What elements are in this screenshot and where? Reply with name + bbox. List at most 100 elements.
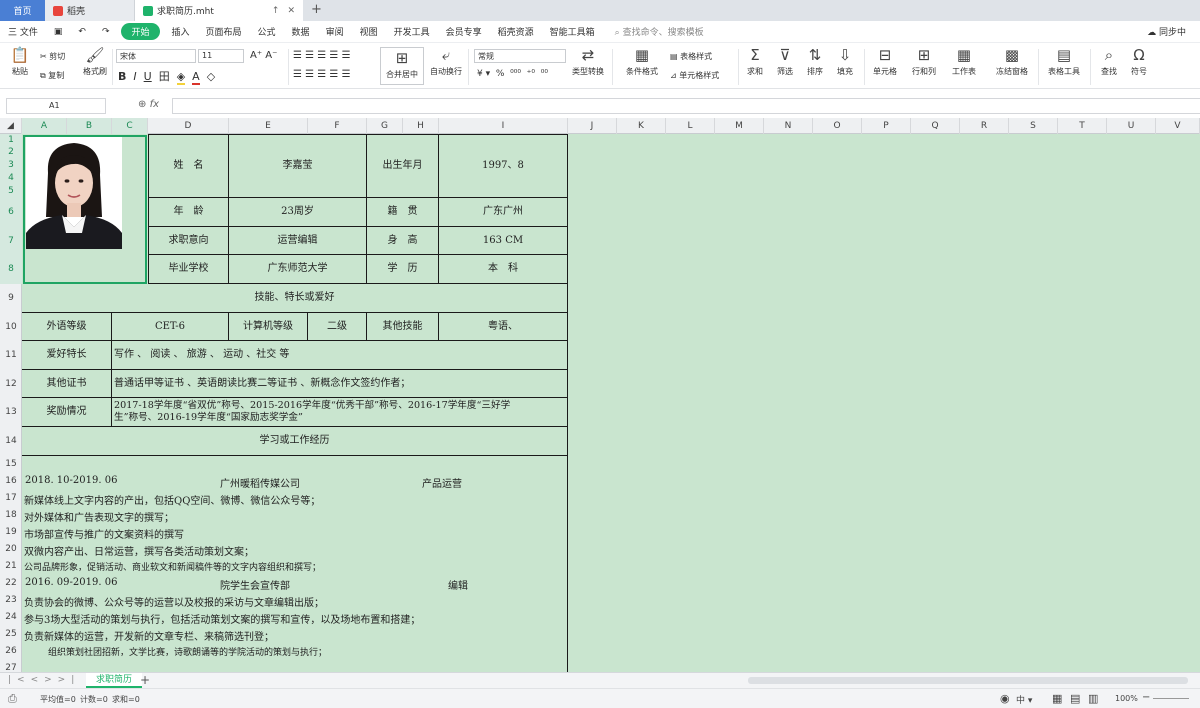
native-label-cell[interactable]: 籍 贯 [367, 198, 439, 227]
freeze-panes-button[interactable]: ▩ 冻结窗格 [990, 47, 1034, 77]
row-header[interactable]: 3 [0, 159, 22, 172]
skills-section-title[interactable]: 技能、特长或爱好 [22, 284, 568, 313]
row-header[interactable]: 17 [0, 490, 22, 507]
redo-icon[interactable]: ↷ [94, 27, 118, 37]
other-skill-label-cell[interactable]: 其他技能 [367, 313, 439, 341]
row-header[interactable]: 11 [0, 341, 22, 370]
column-header[interactable]: R [960, 118, 1009, 134]
column-header[interactable]: U [1107, 118, 1156, 134]
wrap-text-button[interactable]: ⤶ 自动换行 [428, 47, 464, 77]
row-header[interactable]: 8 [0, 255, 22, 284]
column-header[interactable]: P [862, 118, 911, 134]
school-value-cell[interactable]: 广东师范大学 [229, 255, 367, 284]
height-value-cell[interactable]: 163 CM [439, 227, 568, 255]
zoom-out-button[interactable]: − [1142, 692, 1150, 703]
align-bottom-row[interactable]: ☰ ☰ ☰ ☰ ☰ [293, 69, 351, 80]
zoom-level[interactable]: 100% [1115, 694, 1138, 703]
tab-document[interactable]: 求职简历.mht ↑ ✕ [135, 0, 303, 21]
copy-button[interactable]: ⧉ 复制 [40, 70, 64, 81]
save-icon[interactable]: ▣ [46, 27, 71, 37]
undo-icon[interactable]: ↶ [70, 27, 94, 37]
row-header[interactable]: 23 [0, 592, 22, 609]
experience-section-title[interactable]: 学习或工作经历 [22, 427, 568, 456]
page-break-view-icon[interactable]: ▥ [1088, 692, 1098, 705]
number-format-buttons[interactable]: ¥ ▾ % ⁰⁰⁰ ⁺⁰ ⁰⁰ [477, 69, 548, 79]
menu-item-daoke-resources[interactable]: 稻壳资源 [490, 25, 542, 38]
page-layout-view-icon[interactable]: ▤ [1070, 692, 1080, 705]
menu-item-start[interactable]: 开始 [121, 23, 160, 40]
column-header[interactable]: N [764, 118, 813, 134]
column-header[interactable]: F [308, 118, 367, 134]
type-convert-button[interactable]: ⇄ 类型转换 [568, 47, 608, 77]
row-header[interactable]: 22 [0, 575, 22, 592]
row-header[interactable]: 9 [0, 284, 22, 313]
column-header[interactable]: K [617, 118, 666, 134]
name-value-cell[interactable]: 李嘉莹 [229, 134, 367, 198]
row-header[interactable]: 12 [0, 370, 22, 398]
pin-icon[interactable]: ↑ [272, 6, 280, 16]
fx-button[interactable]: ⊕ fx [138, 99, 159, 110]
zoom-slider[interactable] [1153, 698, 1189, 699]
menu-item-page-layout[interactable]: 页面布局 [198, 25, 250, 38]
find-button[interactable]: ⌕ 查找 [1096, 47, 1122, 77]
intent-value-cell[interactable]: 运营编辑 [229, 227, 367, 255]
select-all-corner[interactable]: ◢ [0, 118, 22, 134]
macro-icon[interactable]: ⎙ [8, 692, 17, 706]
row-header[interactable]: 20 [0, 541, 22, 558]
font-color-icon[interactable]: A [192, 70, 200, 85]
font-name-select[interactable]: 宋体 [116, 49, 196, 63]
row-header[interactable]: 13 [0, 398, 22, 427]
hobby-value-cell[interactable]: 写作 、 阅读 、 旅游 、 运动 、社交 等 [112, 341, 568, 370]
menu-item-member[interactable]: 会员专享 [438, 25, 490, 38]
clear-format-icon[interactable]: ◇ [207, 70, 215, 83]
eye-protection-icon[interactable]: ◉ [1000, 692, 1010, 705]
sum-button[interactable]: Σ 求和 [742, 47, 768, 77]
table-style-button[interactable]: ▤ 表格样式 [670, 51, 712, 62]
formula-input[interactable] [172, 98, 1200, 114]
resume-photo-cell[interactable] [23, 135, 147, 284]
column-header[interactable]: L [666, 118, 715, 134]
menu-item-review[interactable]: 审阅 [318, 25, 352, 38]
row-header[interactable]: 7 [0, 227, 22, 255]
underline-icon[interactable]: U [144, 70, 152, 83]
column-header[interactable]: E [229, 118, 308, 134]
age-label-cell[interactable]: 年 龄 [148, 198, 229, 227]
conditional-format-button[interactable]: ▦ 条件格式 [620, 47, 664, 77]
menu-item-smart-tools[interactable]: 智能工具箱 [542, 25, 603, 38]
name-box[interactable]: A1 [6, 98, 106, 114]
name-label-cell[interactable]: 姓 名 [148, 134, 229, 198]
format-painter-button[interactable]: 🖌 格式刷 [80, 47, 110, 77]
tab-daoke[interactable]: 稻壳 [45, 0, 135, 21]
birth-value-cell[interactable]: 1997、8 [439, 134, 568, 198]
row-header[interactable]: 1 [0, 134, 22, 146]
column-header[interactable]: C [112, 118, 148, 134]
age-value-cell[interactable]: 23周岁 [229, 198, 367, 227]
worksheet-button[interactable]: ▦ 工作表 [946, 47, 982, 77]
column-header[interactable]: T [1058, 118, 1107, 134]
sync-status[interactable]: ☁ 同步中 [1139, 25, 1194, 38]
symbol-button[interactable]: Ω 符号 [1126, 47, 1152, 77]
birth-label-cell[interactable]: 出生年月 [367, 134, 439, 198]
close-tab-icon[interactable]: ✕ [287, 6, 295, 16]
lang-value-cell[interactable]: CET-6 [112, 313, 229, 341]
cert-value-cell[interactable]: 普通话甲等证书 、英语朗读比赛二等证书 、新概念作文签约作者； [112, 370, 568, 398]
tab-home[interactable]: 首页 [0, 0, 45, 21]
row-header[interactable]: 25 [0, 626, 22, 643]
table-tools-button[interactable]: ▤ 表格工具 [1042, 47, 1086, 77]
native-value-cell[interactable]: 广东广州 [439, 198, 568, 227]
row-header[interactable]: 4 [0, 172, 22, 185]
column-header[interactable]: D [148, 118, 229, 134]
file-menu[interactable]: 三 文件 [0, 25, 46, 38]
command-search[interactable]: ⌕ 查找命令、搜索模板 [607, 25, 712, 38]
row-header[interactable]: 10 [0, 313, 22, 341]
edu-label-cell[interactable]: 学 历 [367, 255, 439, 284]
align-top-row[interactable]: ☰ ☰ ☰ ☰ ☰ [293, 50, 351, 61]
cert-label-cell[interactable]: 其他证书 [22, 370, 112, 398]
row-header[interactable]: 24 [0, 609, 22, 626]
paste-button[interactable]: 📋 粘贴 [6, 47, 34, 77]
cells-button[interactable]: ⊟ 单元格 [868, 47, 902, 77]
sheet-tab-resume[interactable]: 求职简历 [86, 673, 143, 688]
column-header[interactable]: J [568, 118, 617, 134]
column-header[interactable]: H [403, 118, 439, 134]
column-header[interactable]: B [67, 118, 112, 134]
